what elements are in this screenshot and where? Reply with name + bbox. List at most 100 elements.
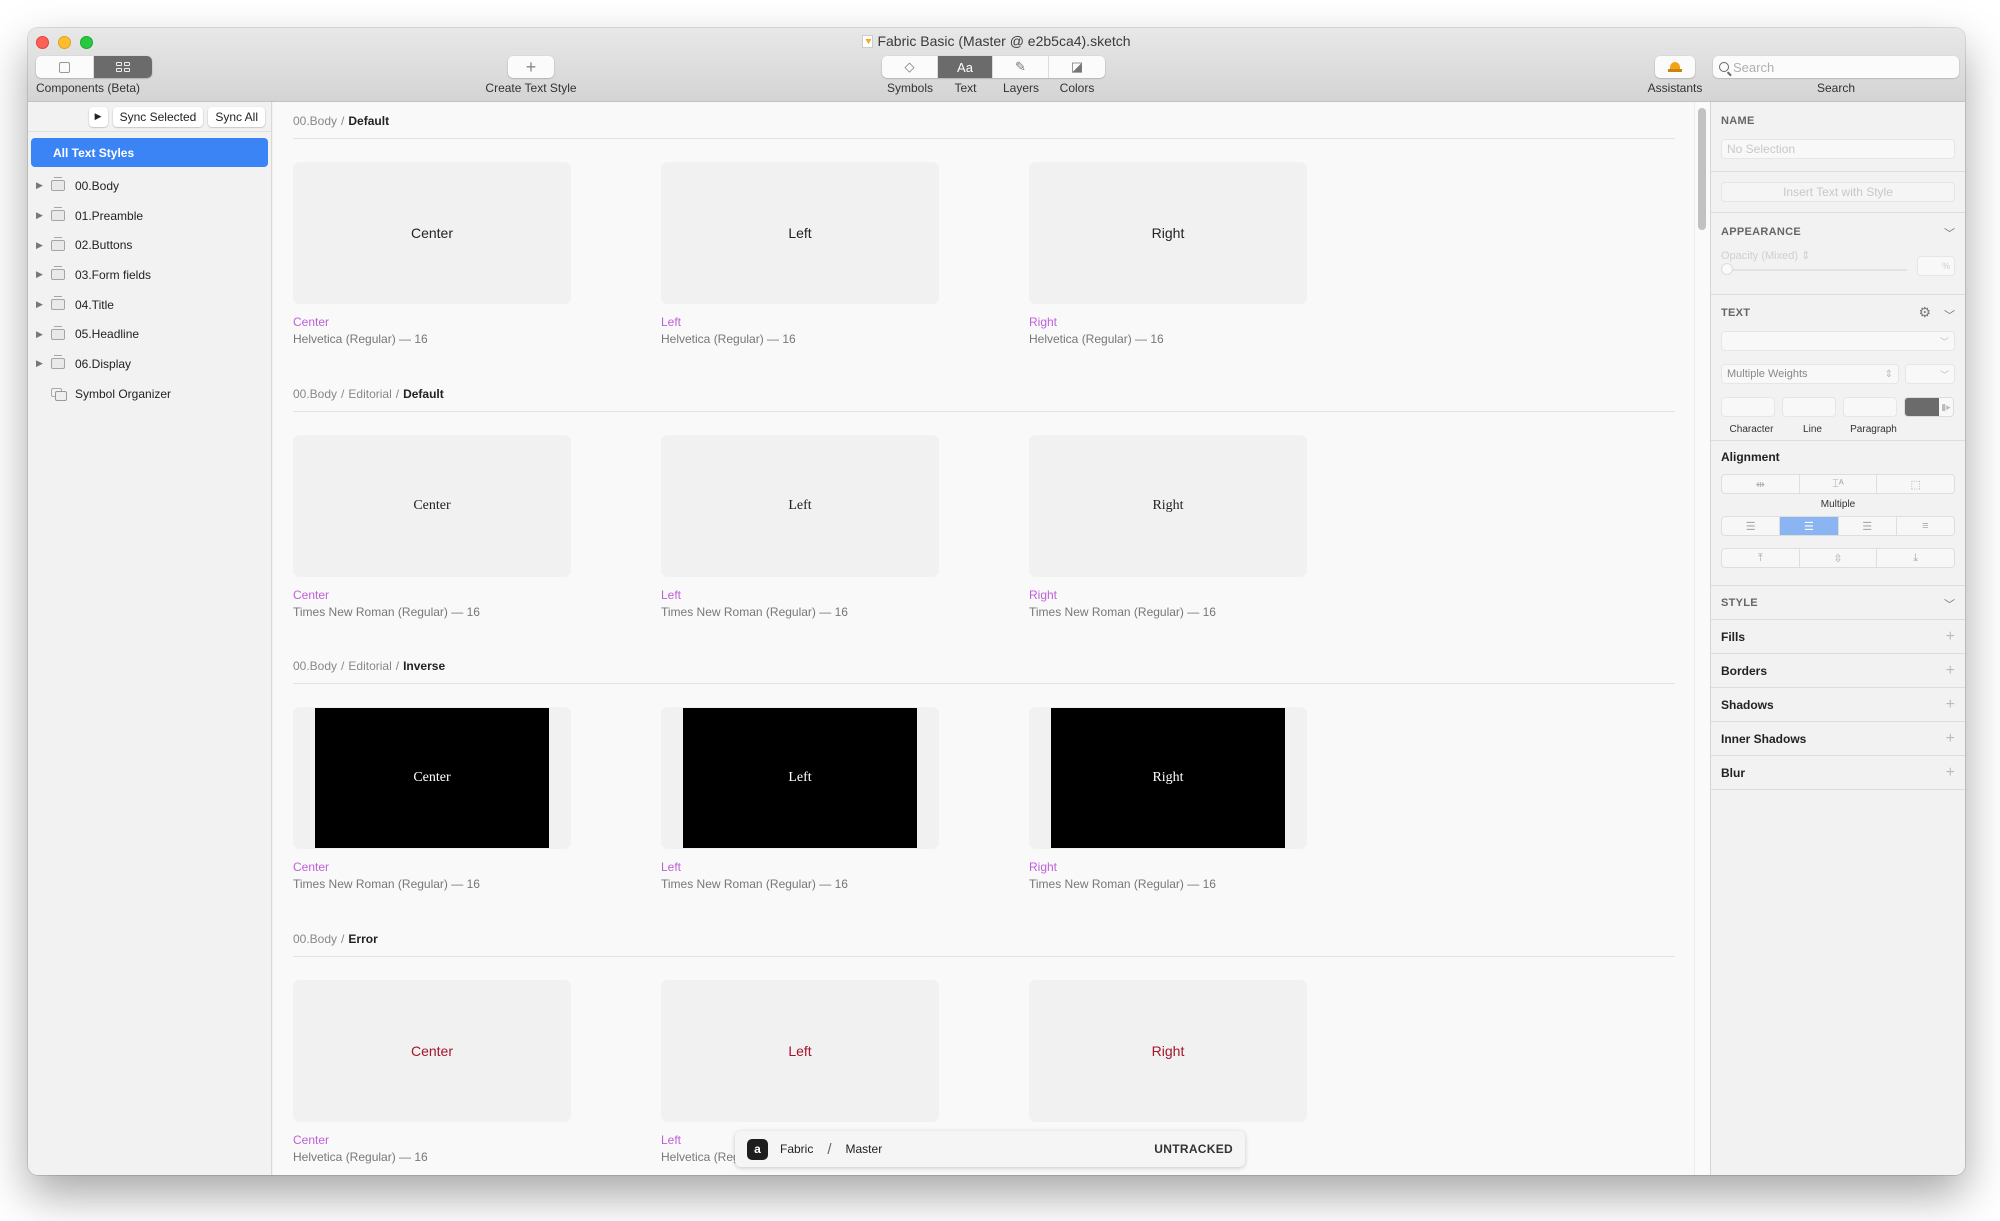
breadcrumb-item[interactable]: Editorial	[348, 387, 391, 401]
breadcrumb-item[interactable]: 00.Body	[293, 932, 337, 946]
style-preview[interactable]: Right	[1029, 435, 1307, 577]
style-preview[interactable]: Right	[1029, 162, 1307, 304]
font-weight-dropdown[interactable]: Multiple Weights ⇕	[1721, 364, 1899, 384]
style-preview[interactable]: Center	[293, 162, 571, 304]
auto-height-button[interactable]: ⌶ᴬ	[1800, 475, 1878, 493]
sidebar-item-02-buttons[interactable]: ▶ 02.Buttons	[28, 230, 271, 260]
style-preview[interactable]: Center	[293, 980, 571, 1122]
text-color-well[interactable]: ▮▸	[1904, 397, 1954, 417]
paragraph-spacing-input[interactable]	[1843, 397, 1897, 417]
add-fills-plus-icon[interactable]: +	[1946, 628, 1955, 646]
insert-text-with-style-button[interactable]: Insert Text with Style	[1721, 182, 1955, 202]
vertical-scrollbar-thumb[interactable]	[1698, 108, 1706, 230]
breadcrumb-item[interactable]: 00.Body	[293, 114, 337, 128]
disclosure-triangle-icon[interactable]: ▶	[36, 240, 48, 251]
text-style-card[interactable]: Center Center Times New Roman (Regular) — …	[293, 435, 571, 619]
text-style-card[interactable]: Left Left Times New Roman (Regular) — 16	[661, 435, 939, 619]
preview-text: Center	[410, 1043, 454, 1059]
sidebar-item-00-body[interactable]: ▶ 00.Body	[28, 171, 271, 201]
add-inner-shadows-plus-icon[interactable]: +	[1946, 730, 1955, 748]
text-style-card[interactable]: Right Right Times New Roman (Regular) — 16	[1029, 707, 1307, 891]
components-grid-view-button[interactable]	[94, 56, 152, 78]
search-input[interactable]	[1733, 59, 1933, 75]
text-style-card[interactable]: Center Center Times New Roman (Regular) — …	[293, 707, 571, 891]
disclosure-triangle-icon[interactable]: ▶	[36, 358, 48, 369]
font-size-dropdown[interactable]: ﹀	[1905, 364, 1955, 384]
character-spacing-input[interactable]	[1721, 397, 1775, 417]
abstract-branch[interactable]: Master	[846, 1142, 883, 1156]
tab-text[interactable]: Aa	[938, 56, 993, 78]
style-preview[interactable]: Left	[661, 707, 939, 849]
style-name-field[interactable]: No Selection	[1721, 139, 1955, 159]
play-button[interactable]: ▶	[88, 106, 108, 127]
style-preview[interactable]: Center	[293, 707, 571, 849]
assistants-button[interactable]	[1655, 56, 1695, 78]
tab-colors[interactable]: ◪	[1049, 56, 1105, 78]
auto-width-button[interactable]: ⇹	[1722, 475, 1800, 493]
style-preview[interactable]: Left	[661, 162, 939, 304]
align-left-button[interactable]: ☰	[1722, 517, 1781, 535]
disclosure-triangle-icon[interactable]: ▶	[36, 180, 48, 191]
align-top-button[interactable]: ⤒	[1722, 549, 1800, 567]
align-top-icon: ⤒	[1757, 551, 1763, 564]
text-style-card[interactable]: Left Left Helvetica (Regular) — 16	[661, 162, 939, 346]
align-right-button[interactable]: ☰	[1839, 517, 1897, 535]
align-bottom-button[interactable]: ⤓	[1877, 549, 1954, 567]
add-blur-plus-icon[interactable]: +	[1946, 764, 1955, 782]
opacity-slider-track[interactable]	[1723, 269, 1907, 271]
stepper-icon: ⇕	[1884, 368, 1893, 380]
disclosure-triangle-icon[interactable]: ▶	[36, 329, 48, 340]
breadcrumb-separator: /	[827, 1140, 832, 1158]
sidebar-item-01-preamble[interactable]: ▶ 01.Preamble	[28, 201, 271, 231]
appearance-chevron-down-icon[interactable]: ﹀	[1944, 225, 1955, 241]
text-chevron-down-icon[interactable]: ﹀	[1944, 307, 1955, 323]
disclosure-triangle-icon[interactable]: ▶	[36, 269, 48, 280]
sidebar-item-04-title[interactable]: ▶ 04.Title	[28, 290, 271, 320]
gear-icon[interactable]: ⚙	[1918, 304, 1931, 321]
breadcrumb-item[interactable]: Editorial	[348, 659, 391, 673]
add-borders-plus-icon[interactable]: +	[1946, 662, 1955, 680]
style-preview[interactable]: Center	[293, 435, 571, 577]
create-text-style-button[interactable]: +	[508, 56, 554, 78]
text-style-card[interactable]: Center Center Helvetica (Regular) — 16	[293, 162, 571, 346]
style-group-icon	[51, 177, 65, 192]
line-height-input[interactable]	[1782, 397, 1836, 417]
abstract-project[interactable]: Fabric	[780, 1142, 813, 1156]
components-single-view-button[interactable]	[36, 56, 94, 78]
style-group-icon	[51, 207, 65, 222]
sidebar-item-03-form-fields[interactable]: ▶ 03.Form fields	[28, 260, 271, 290]
align-justify-button[interactable]: ≡	[1897, 517, 1954, 535]
disclosure-triangle-icon[interactable]: ▶	[36, 210, 48, 221]
style-preview[interactable]: Left	[661, 435, 939, 577]
tab-symbols[interactable]: ◇	[882, 56, 938, 78]
add-shadows-plus-icon[interactable]: +	[1946, 696, 1955, 714]
opacity-input[interactable]: %	[1917, 256, 1955, 276]
breadcrumb-item[interactable]: 00.Body	[293, 387, 337, 401]
search-field[interactable]	[1713, 56, 1959, 78]
tab-layers[interactable]: ✎	[993, 56, 1049, 78]
sidebar-item-06-display[interactable]: ▶ 06.Display	[28, 349, 271, 379]
fixed-size-button[interactable]: ⬚	[1877, 475, 1954, 493]
sync-selected-button[interactable]: Sync Selected	[112, 106, 204, 127]
disclosure-triangle-icon[interactable]: ▶	[36, 299, 48, 310]
align-middle-button[interactable]: ⇳	[1800, 549, 1878, 567]
text-style-card[interactable]: Left Left Times New Roman (Regular) — 16	[661, 707, 939, 891]
style-chevron-down-icon[interactable]: ﹀	[1944, 596, 1955, 612]
text-color-swatch[interactable]	[1905, 398, 1939, 416]
align-center-button[interactable]: ☰	[1780, 517, 1839, 535]
sidebar-item-05-headline[interactable]: ▶ 05.Headline	[28, 319, 271, 349]
sidebar-item-symbol-organizer[interactable]: Symbol Organizer	[28, 379, 271, 409]
text-style-card[interactable]: Center Center Helvetica (Regular) — 16	[293, 980, 571, 1164]
text-style-card[interactable]: Right Right Times New Roman (Regular) — 16	[1029, 435, 1307, 619]
abstract-status-bar[interactable]: a Fabric / Master UNTRACKED	[735, 1131, 1245, 1167]
style-preview[interactable]: Left	[661, 980, 939, 1122]
text-style-card[interactable]: Right Right Helvetica (Regular) — 16	[1029, 162, 1307, 346]
sidebar-item-all-text-styles[interactable]: All Text Styles	[31, 138, 268, 167]
opacity-slider-thumb[interactable]	[1721, 263, 1733, 275]
style-preview[interactable]: Right	[1029, 980, 1307, 1122]
font-family-dropdown[interactable]: ﹀	[1721, 331, 1955, 351]
vertical-scrollbar-track[interactable]	[1694, 102, 1710, 1175]
style-preview[interactable]: Right	[1029, 707, 1307, 849]
breadcrumb-item[interactable]: 00.Body	[293, 659, 337, 673]
sync-all-button[interactable]: Sync All	[208, 106, 265, 127]
